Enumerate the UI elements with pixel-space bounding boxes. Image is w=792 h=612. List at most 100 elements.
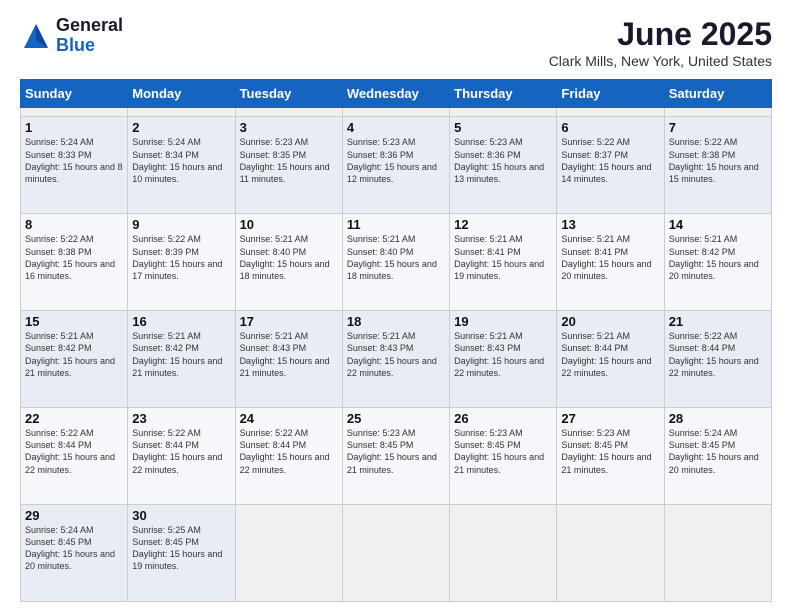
logo-general-text: General (56, 16, 123, 36)
calendar-cell (342, 108, 449, 117)
cell-content: Sunrise: 5:21 AM Sunset: 8:42 PM Dayligh… (25, 330, 123, 379)
cell-content: Sunrise: 5:22 AM Sunset: 8:44 PM Dayligh… (25, 427, 123, 476)
header: General Blue June 2025 Clark Mills, New … (20, 16, 772, 69)
day-header-thursday: Thursday (450, 80, 557, 108)
day-number: 25 (347, 411, 445, 426)
calendar-cell: 2Sunrise: 5:24 AM Sunset: 8:34 PM Daylig… (128, 117, 235, 214)
day-number: 24 (240, 411, 338, 426)
calendar-week-row: 29Sunrise: 5:24 AM Sunset: 8:45 PM Dayli… (21, 505, 772, 602)
day-header-sunday: Sunday (21, 80, 128, 108)
calendar-cell: 9Sunrise: 5:22 AM Sunset: 8:39 PM Daylig… (128, 214, 235, 311)
cell-content: Sunrise: 5:22 AM Sunset: 8:37 PM Dayligh… (561, 136, 659, 185)
cell-content: Sunrise: 5:24 AM Sunset: 8:34 PM Dayligh… (132, 136, 230, 185)
calendar-cell (235, 505, 342, 602)
calendar-week-row: 1Sunrise: 5:24 AM Sunset: 8:33 PM Daylig… (21, 117, 772, 214)
day-number: 11 (347, 217, 445, 232)
subtitle: Clark Mills, New York, United States (549, 53, 772, 69)
calendar-cell: 22Sunrise: 5:22 AM Sunset: 8:44 PM Dayli… (21, 408, 128, 505)
calendar-cell: 26Sunrise: 5:23 AM Sunset: 8:45 PM Dayli… (450, 408, 557, 505)
calendar-cell: 23Sunrise: 5:22 AM Sunset: 8:44 PM Dayli… (128, 408, 235, 505)
logo-blue-text: Blue (56, 36, 123, 56)
day-number: 23 (132, 411, 230, 426)
cell-content: Sunrise: 5:21 AM Sunset: 8:43 PM Dayligh… (454, 330, 552, 379)
day-number: 16 (132, 314, 230, 329)
calendar-cell: 17Sunrise: 5:21 AM Sunset: 8:43 PM Dayli… (235, 311, 342, 408)
day-number: 12 (454, 217, 552, 232)
cell-content: Sunrise: 5:22 AM Sunset: 8:44 PM Dayligh… (240, 427, 338, 476)
title-section: June 2025 Clark Mills, New York, United … (549, 16, 772, 69)
day-header-wednesday: Wednesday (342, 80, 449, 108)
day-number: 26 (454, 411, 552, 426)
cell-content: Sunrise: 5:24 AM Sunset: 8:33 PM Dayligh… (25, 136, 123, 185)
calendar-week-row: 15Sunrise: 5:21 AM Sunset: 8:42 PM Dayli… (21, 311, 772, 408)
calendar-cell: 20Sunrise: 5:21 AM Sunset: 8:44 PM Dayli… (557, 311, 664, 408)
day-number: 20 (561, 314, 659, 329)
day-number: 18 (347, 314, 445, 329)
logo: General Blue (20, 16, 123, 56)
calendar-cell (450, 108, 557, 117)
cell-content: Sunrise: 5:23 AM Sunset: 8:45 PM Dayligh… (347, 427, 445, 476)
calendar-cell: 5Sunrise: 5:23 AM Sunset: 8:36 PM Daylig… (450, 117, 557, 214)
day-number: 7 (669, 120, 767, 135)
cell-content: Sunrise: 5:22 AM Sunset: 8:38 PM Dayligh… (25, 233, 123, 282)
cell-content: Sunrise: 5:21 AM Sunset: 8:42 PM Dayligh… (132, 330, 230, 379)
cell-content: Sunrise: 5:24 AM Sunset: 8:45 PM Dayligh… (25, 524, 123, 573)
day-header-saturday: Saturday (664, 80, 771, 108)
cell-content: Sunrise: 5:23 AM Sunset: 8:45 PM Dayligh… (454, 427, 552, 476)
cell-content: Sunrise: 5:21 AM Sunset: 8:44 PM Dayligh… (561, 330, 659, 379)
calendar-cell: 24Sunrise: 5:22 AM Sunset: 8:44 PM Dayli… (235, 408, 342, 505)
calendar-cell: 28Sunrise: 5:24 AM Sunset: 8:45 PM Dayli… (664, 408, 771, 505)
calendar-cell: 13Sunrise: 5:21 AM Sunset: 8:41 PM Dayli… (557, 214, 664, 311)
cell-content: Sunrise: 5:22 AM Sunset: 8:44 PM Dayligh… (669, 330, 767, 379)
day-number: 2 (132, 120, 230, 135)
calendar-week-row (21, 108, 772, 117)
cell-content: Sunrise: 5:21 AM Sunset: 8:40 PM Dayligh… (347, 233, 445, 282)
calendar-cell: 18Sunrise: 5:21 AM Sunset: 8:43 PM Dayli… (342, 311, 449, 408)
day-number: 6 (561, 120, 659, 135)
calendar-cell: 21Sunrise: 5:22 AM Sunset: 8:44 PM Dayli… (664, 311, 771, 408)
calendar-cell: 27Sunrise: 5:23 AM Sunset: 8:45 PM Dayli… (557, 408, 664, 505)
calendar-cell: 3Sunrise: 5:23 AM Sunset: 8:35 PM Daylig… (235, 117, 342, 214)
calendar-cell (557, 505, 664, 602)
calendar-cell: 25Sunrise: 5:23 AM Sunset: 8:45 PM Dayli… (342, 408, 449, 505)
page: General Blue June 2025 Clark Mills, New … (0, 0, 792, 612)
cell-content: Sunrise: 5:23 AM Sunset: 8:36 PM Dayligh… (454, 136, 552, 185)
main-title: June 2025 (549, 16, 772, 53)
calendar-cell: 15Sunrise: 5:21 AM Sunset: 8:42 PM Dayli… (21, 311, 128, 408)
cell-content: Sunrise: 5:24 AM Sunset: 8:45 PM Dayligh… (669, 427, 767, 476)
day-number: 22 (25, 411, 123, 426)
calendar-cell: 14Sunrise: 5:21 AM Sunset: 8:42 PM Dayli… (664, 214, 771, 311)
logo-text: General Blue (56, 16, 123, 56)
day-number: 15 (25, 314, 123, 329)
day-number: 29 (25, 508, 123, 523)
calendar-cell (235, 108, 342, 117)
day-number: 5 (454, 120, 552, 135)
day-number: 14 (669, 217, 767, 232)
day-number: 8 (25, 217, 123, 232)
logo-icon (20, 20, 52, 52)
calendar-cell (664, 108, 771, 117)
day-header-friday: Friday (557, 80, 664, 108)
calendar-week-row: 8Sunrise: 5:22 AM Sunset: 8:38 PM Daylig… (21, 214, 772, 311)
calendar-cell: 1Sunrise: 5:24 AM Sunset: 8:33 PM Daylig… (21, 117, 128, 214)
cell-content: Sunrise: 5:21 AM Sunset: 8:43 PM Dayligh… (240, 330, 338, 379)
day-number: 10 (240, 217, 338, 232)
calendar-table: SundayMondayTuesdayWednesdayThursdayFrid… (20, 79, 772, 602)
cell-content: Sunrise: 5:22 AM Sunset: 8:39 PM Dayligh… (132, 233, 230, 282)
calendar-cell: 4Sunrise: 5:23 AM Sunset: 8:36 PM Daylig… (342, 117, 449, 214)
cell-content: Sunrise: 5:23 AM Sunset: 8:45 PM Dayligh… (561, 427, 659, 476)
calendar-cell: 10Sunrise: 5:21 AM Sunset: 8:40 PM Dayli… (235, 214, 342, 311)
cell-content: Sunrise: 5:23 AM Sunset: 8:36 PM Dayligh… (347, 136, 445, 185)
cell-content: Sunrise: 5:22 AM Sunset: 8:44 PM Dayligh… (132, 427, 230, 476)
calendar-cell: 7Sunrise: 5:22 AM Sunset: 8:38 PM Daylig… (664, 117, 771, 214)
calendar-cell: 16Sunrise: 5:21 AM Sunset: 8:42 PM Dayli… (128, 311, 235, 408)
day-number: 28 (669, 411, 767, 426)
day-number: 17 (240, 314, 338, 329)
day-header-monday: Monday (128, 80, 235, 108)
calendar-cell: 6Sunrise: 5:22 AM Sunset: 8:37 PM Daylig… (557, 117, 664, 214)
day-number: 9 (132, 217, 230, 232)
day-number: 4 (347, 120, 445, 135)
day-number: 1 (25, 120, 123, 135)
day-number: 27 (561, 411, 659, 426)
day-number: 13 (561, 217, 659, 232)
